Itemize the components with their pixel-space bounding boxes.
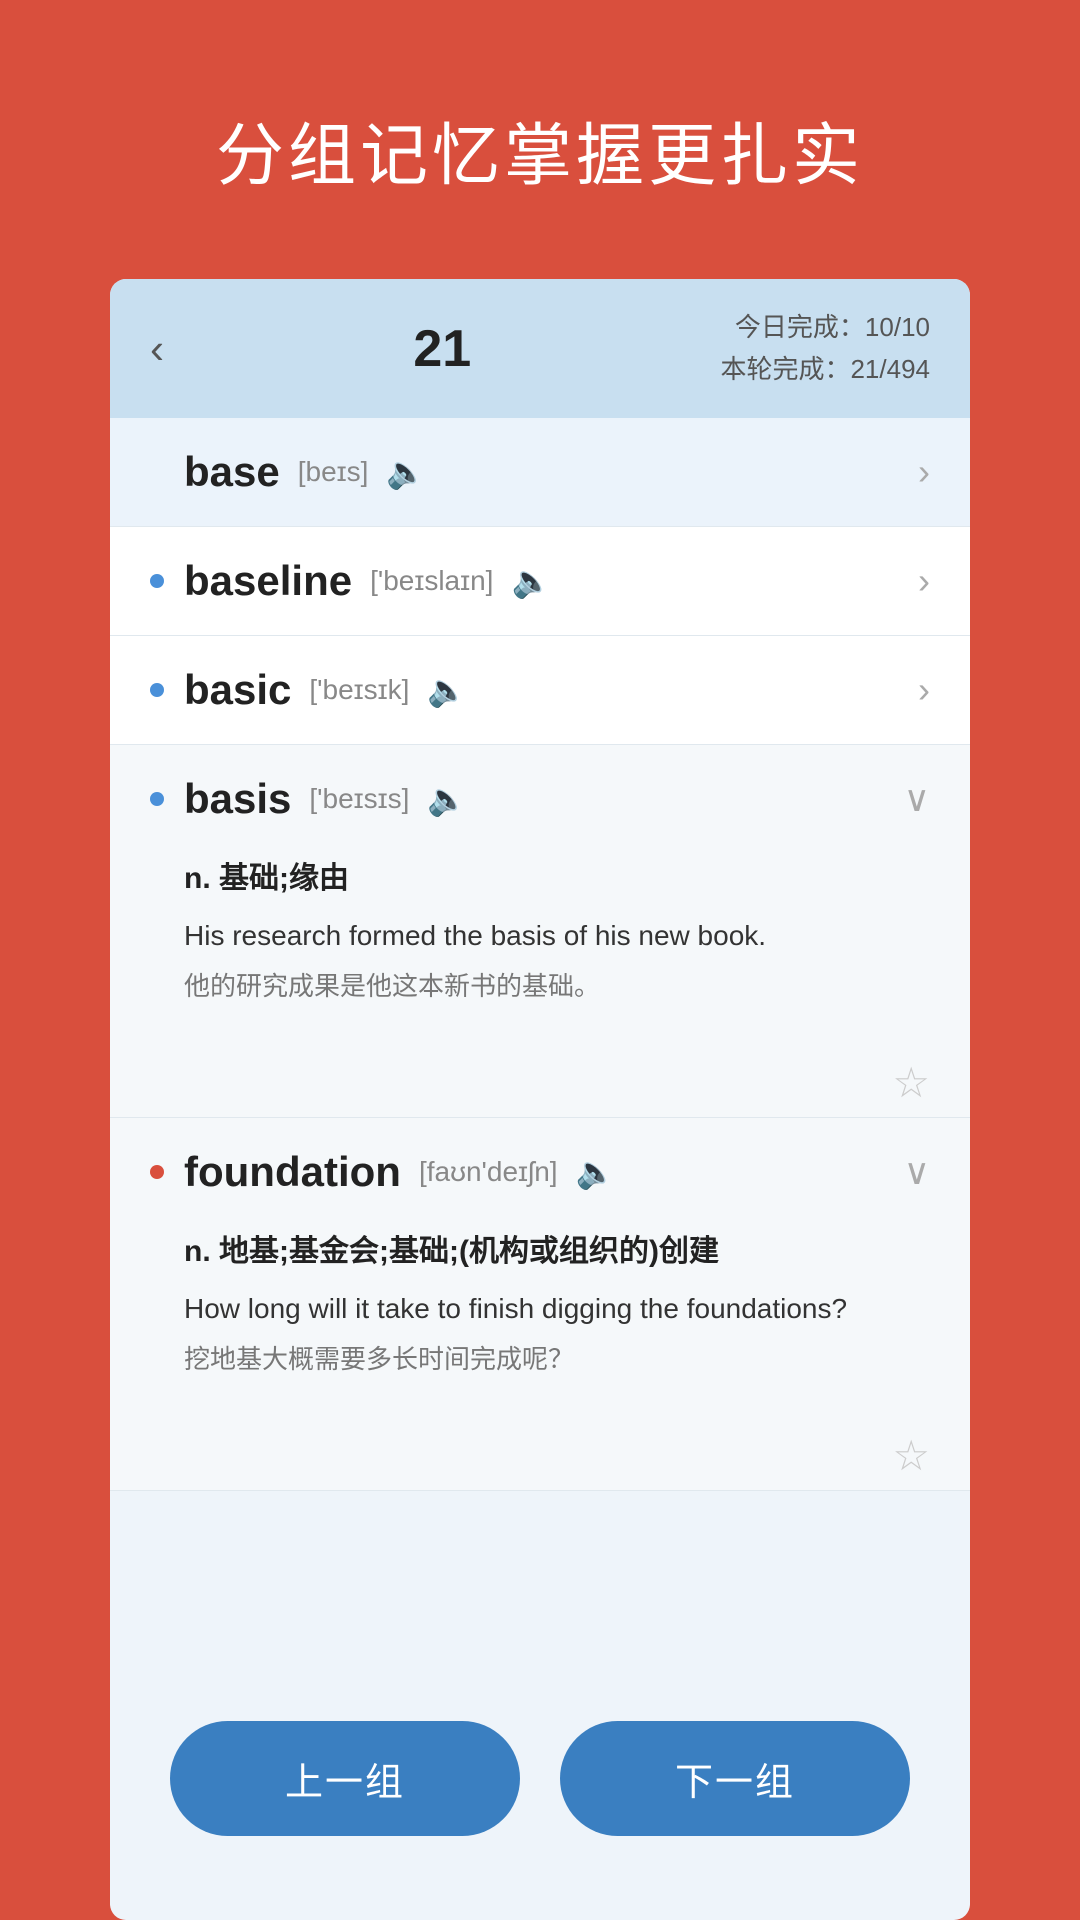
dot-foundation [150,1165,164,1179]
star-icon-basis[interactable]: ☆ [892,1058,930,1107]
dot-basis [150,792,164,806]
sound-icon-basic[interactable]: 🔈 [427,671,467,709]
example-en-basis: His research formed the basis of his new… [184,915,930,957]
card-number: 21 [413,319,471,379]
dot-baseline [150,574,164,588]
card-header: ‹ 21 今日完成：10/10 本轮完成：21/494 [110,279,970,418]
word-def-foundation: n. 地基;基金会;基础;(机构或组织的)创建 [184,1226,930,1270]
sound-icon-base[interactable]: 🔈 [386,453,426,491]
sound-icon-baseline[interactable]: 🔈 [511,562,551,600]
phonetic-base: [beɪs] [298,456,369,488]
phonetic-basis: ['beɪsɪs] [309,783,409,815]
chevron-baseline: › [918,560,930,602]
sound-icon-foundation[interactable]: 🔈 [576,1153,616,1191]
dot-basic [150,683,164,697]
page-title: 分组记忆掌握更扎实 [216,100,864,199]
star-icon-foundation[interactable]: ☆ [892,1431,930,1480]
star-row-basis: ☆ [110,1042,970,1117]
phonetic-basic: ['beɪsɪk] [309,674,409,706]
phonetic-foundation: [faʊn'deɪʃn] [419,1156,558,1188]
example-zh-foundation: 挖地基大概需要多长时间完成呢？ [184,1340,930,1379]
word-row-header-foundation[interactable]: foundation [faʊn'deɪʃn] 🔈 ∨ [110,1118,970,1226]
today-stats: 今日完成：10/10 [720,307,930,349]
chevron-basic: › [918,669,930,711]
word-row: baseline ['beɪslaɪn] 🔈 › [110,527,970,636]
example-zh-basis: 他的研究成果是他这本新书的基础。 [184,967,930,1006]
word-foundation: foundation [184,1148,401,1196]
chevron-foundation: ∨ [904,1151,930,1193]
word-row: basis ['beɪsɪs] 🔈 ∨ n. 基础;缘由 His researc… [110,745,970,1118]
star-row-foundation: ☆ [110,1415,970,1490]
word-row: base [beɪs] 🔈 › [110,418,970,527]
word-row-header-base[interactable]: base [beɪs] 🔈 › [110,418,970,526]
prev-group-button[interactable]: 上一组 [170,1721,520,1836]
phonetic-baseline: ['beɪslaɪn] [370,565,493,597]
word-list: base [beɪs] 🔈 › baseline ['beɪslaɪn] 🔈 ›… [110,418,970,1491]
word-detail-basis: n. 基础;缘由 His research formed the basis o… [110,853,970,1042]
bottom-buttons: 上一组 下一组 [110,1691,970,1886]
round-stats: 本轮完成：21/494 [720,349,930,391]
word-basic: basic [184,666,291,714]
chevron-basis: ∨ [904,778,930,820]
word-row: foundation [faʊn'deɪʃn] 🔈 ∨ n. 地基;基金会;基础… [110,1118,970,1491]
example-en-foundation: How long will it take to finish digging … [184,1288,930,1330]
word-row: basic ['beɪsɪk] 🔈 › [110,636,970,745]
word-row-header-baseline[interactable]: baseline ['beɪslaɪn] 🔈 › [110,527,970,635]
word-basis: basis [184,775,291,823]
word-detail-foundation: n. 地基;基金会;基础;(机构或组织的)创建 How long will it… [110,1226,970,1415]
back-button[interactable]: ‹ [150,328,164,370]
word-row-header-basic[interactable]: basic ['beɪsɪk] 🔈 › [110,636,970,744]
chevron-base: › [918,451,930,493]
word-row-header-basis[interactable]: basis ['beɪsɪs] 🔈 ∨ [110,745,970,853]
word-card: ‹ 21 今日完成：10/10 本轮完成：21/494 base [beɪs] … [110,279,970,1920]
sound-icon-basis[interactable]: 🔈 [427,780,467,818]
card-stats: 今日完成：10/10 本轮完成：21/494 [720,307,930,390]
word-def-basis: n. 基础;缘由 [184,853,930,897]
next-group-button[interactable]: 下一组 [560,1721,910,1836]
empty-area [110,1491,970,1691]
word-baseline: baseline [184,557,352,605]
word-base: base [184,448,280,496]
